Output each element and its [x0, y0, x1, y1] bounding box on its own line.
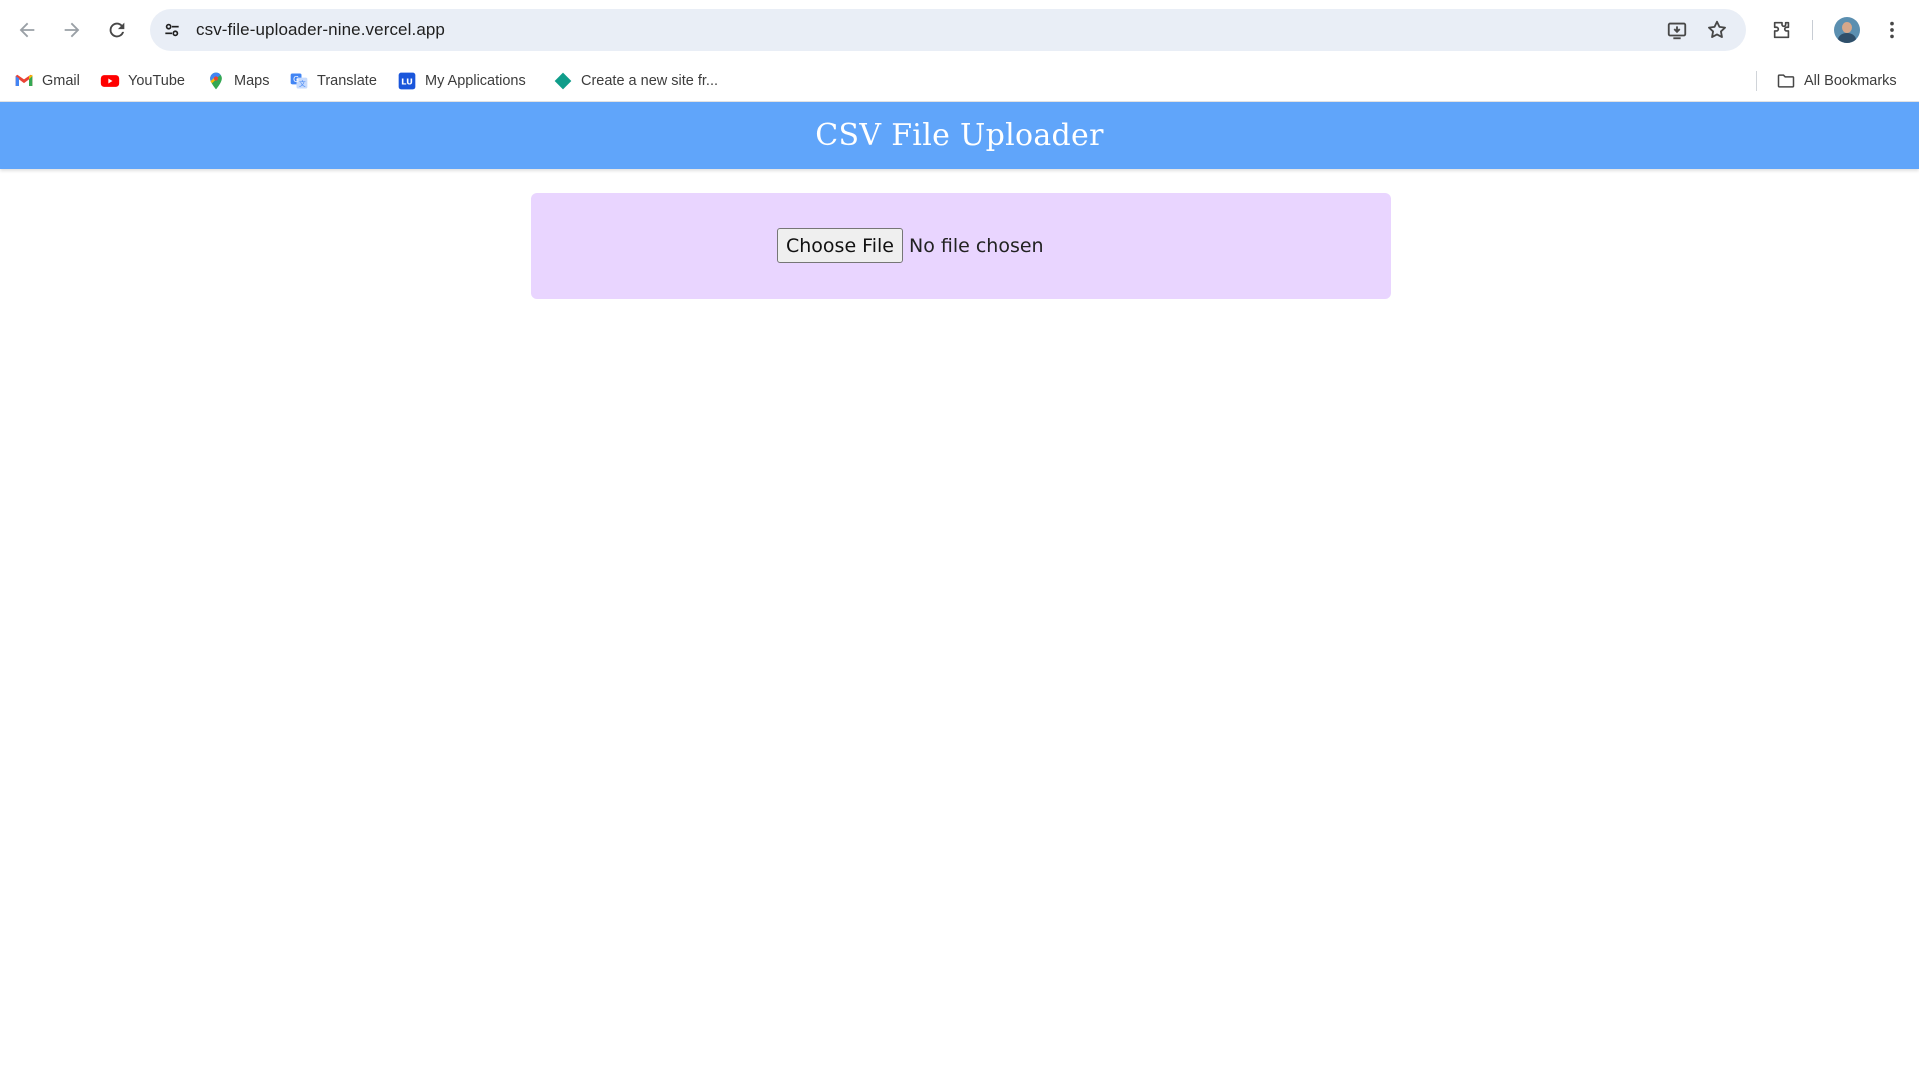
bookmark-maps[interactable]: Maps	[206, 69, 269, 93]
url-text: csv-file-uploader-nine.vercel.app	[196, 20, 445, 39]
address-bar[interactable]: csv-file-uploader-nine.vercel.app	[150, 9, 1746, 51]
app-header: CSV File Uploader	[0, 102, 1919, 169]
toolbar-divider	[1812, 20, 1813, 40]
file-input[interactable]: Choose File No file chosen	[777, 228, 1044, 263]
reload-icon	[109, 22, 125, 38]
bookmarks-divider	[1756, 71, 1757, 91]
arrow-left-icon	[19, 22, 35, 38]
bookmark-label: Create a new site fr...	[581, 73, 719, 89]
puzzle-icon	[1773, 21, 1790, 39]
browser-menu-button[interactable]	[1876, 14, 1908, 46]
profile-avatar[interactable]	[1834, 17, 1860, 43]
site-info-button[interactable]	[158, 16, 186, 44]
gmail-icon	[14, 71, 34, 91]
bookmark-create-site[interactable]: Create a new site fr...	[553, 69, 718, 93]
tune-icon	[165, 23, 179, 37]
maps-icon	[206, 71, 226, 91]
diamond-icon	[553, 71, 573, 91]
upload-card: Choose File No file chosen	[531, 193, 1391, 299]
forward-button[interactable]	[54, 12, 90, 48]
file-status-text: No file chosen	[908, 234, 1044, 257]
page-title: CSV File Uploader	[815, 118, 1104, 153]
extensions-button[interactable]	[1766, 14, 1798, 46]
all-bookmarks-button[interactable]: All Bookmarks	[1776, 69, 1897, 93]
install-app-icon	[1667, 22, 1687, 40]
bookmarks-bar: Gmail YouTube Maps G 文 Translate LU My A…	[0, 60, 1919, 102]
star-icon	[1708, 20, 1726, 38]
browser-toolbar: csv-file-uploader-nine.vercel.app	[0, 0, 1919, 60]
bookmark-label: Translate	[317, 73, 377, 89]
arrow-right-icon	[64, 22, 80, 38]
choose-file-button[interactable]: Choose File	[777, 228, 903, 263]
bookmark-star-button[interactable]	[1703, 16, 1731, 44]
reload-button[interactable]	[99, 12, 135, 48]
bookmark-translate[interactable]: G 文 Translate	[289, 69, 377, 93]
bookmark-label: Maps	[234, 73, 270, 89]
bookmark-youtube[interactable]: YouTube	[100, 69, 185, 93]
kebab-menu-icon	[1890, 21, 1894, 39]
svg-text:LU: LU	[401, 76, 413, 86]
svg-text:文: 文	[299, 79, 306, 88]
bookmark-label: Gmail	[42, 73, 80, 89]
back-button[interactable]	[9, 12, 45, 48]
all-bookmarks-label: All Bookmarks	[1804, 73, 1897, 89]
youtube-icon	[100, 71, 120, 91]
lu-icon: LU	[397, 71, 417, 91]
bookmark-my-applications[interactable]: LU My Applications	[397, 69, 526, 93]
bookmark-gmail[interactable]: Gmail	[14, 69, 80, 93]
avatar-body	[1838, 33, 1856, 43]
folder-icon	[1776, 71, 1796, 91]
avatar-head	[1842, 22, 1852, 33]
bookmark-label: My Applications	[425, 73, 526, 89]
translate-icon: G 文	[289, 71, 309, 91]
bookmark-label: YouTube	[128, 73, 185, 89]
install-app-button[interactable]	[1663, 16, 1691, 44]
